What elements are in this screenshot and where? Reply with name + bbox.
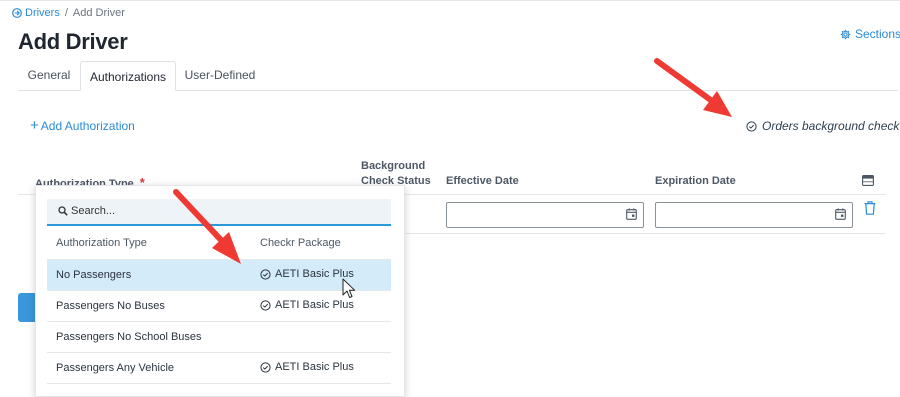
top-divider [0, 0, 900, 1]
option-type: Passengers No Buses [56, 300, 165, 312]
background-check-label: Orders background check [762, 119, 900, 133]
option-passengers-no-buses[interactable]: Passengers No Buses AETI Basic Plus [47, 291, 391, 322]
header-expiration-date: Expiration Date [655, 175, 736, 187]
option-passengers-any-vehicle[interactable]: Passengers Any Vehicle AETI Basic Plus [47, 353, 391, 384]
search-input[interactable] [71, 202, 371, 220]
drivers-icon [12, 8, 22, 18]
row-divider [403, 233, 886, 234]
option-package: AETI Basic Plus [260, 299, 354, 311]
sections-button[interactable]: Sections [840, 27, 900, 41]
add-authorization-label: Add Authorization [40, 119, 135, 133]
breadcrumb-parent-label: Drivers [25, 7, 60, 19]
check-circle-icon [260, 299, 271, 311]
option-passengers-no-school-buses[interactable]: Passengers No School Buses [47, 322, 391, 353]
option-package-label: AETI Basic Plus [275, 299, 354, 311]
option-package-label: AETI Basic Plus [275, 361, 354, 373]
check-circle-icon [260, 361, 271, 373]
check-circle-icon [746, 120, 757, 132]
option-type: Passengers No School Buses [56, 331, 202, 343]
trash-icon[interactable] [864, 201, 876, 215]
breadcrumb-separator: / [64, 7, 68, 19]
breadcrumb-drivers-link[interactable]: Drivers [12, 7, 60, 19]
header-effective-date: Effective Date [446, 175, 519, 187]
tab-user-defined[interactable]: User-Defined [178, 62, 262, 89]
check-circle-icon [260, 268, 271, 280]
tab-bar: General Authorizations User-Defined [18, 61, 898, 91]
sections-label: Sections [855, 27, 900, 41]
search-icon [58, 206, 68, 216]
column-settings-icon[interactable] [862, 175, 874, 186]
gear-icon [840, 29, 851, 39]
breadcrumb-current: Add Driver [72, 7, 125, 19]
option-package: AETI Basic Plus [260, 361, 354, 373]
column-header-authorization-type: Authorization Type [56, 237, 147, 249]
dropdown-search[interactable] [47, 199, 391, 226]
expiration-date-input[interactable] [655, 202, 853, 228]
option-no-passengers[interactable]: No Passengers AETI Basic Plus [47, 260, 391, 291]
plus-icon: + [30, 117, 39, 134]
option-type: Passengers Any Vehicle [56, 362, 175, 374]
option-type: No Passengers [56, 269, 132, 281]
mouse-pointer-icon [342, 278, 356, 298]
page-title: Add Driver [18, 29, 128, 54]
tab-authorizations[interactable]: Authorizations [80, 61, 176, 91]
tab-general[interactable]: General [18, 62, 80, 89]
breadcrumb: Drivers / Add Driver [12, 7, 125, 19]
calendar-icon[interactable] [626, 208, 637, 220]
orders-background-check-status: Orders background check [746, 119, 899, 133]
column-header-checkr-package: Checkr Package [260, 237, 341, 249]
save-button[interactable] [18, 293, 36, 322]
effective-date-input[interactable] [446, 202, 644, 228]
add-authorization-button[interactable]: + Add Authorization [30, 117, 135, 134]
calendar-icon[interactable] [835, 208, 846, 220]
header-background-line1: Background [361, 160, 426, 172]
option-package: AETI Basic Plus [260, 268, 354, 280]
